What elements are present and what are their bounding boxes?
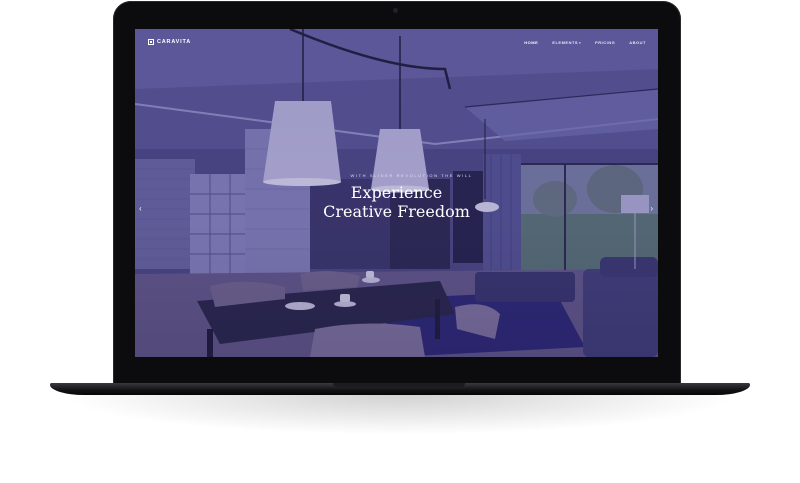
camera-icon — [393, 8, 398, 13]
laptop-shadow — [60, 395, 740, 435]
menu-item-elements[interactable]: ELEMENTS▾ — [552, 40, 581, 45]
hero-kicker: WITH SLIDER REVOLUTION THE WILL — [350, 173, 473, 178]
menu-item-about[interactable]: ABOUT — [629, 40, 646, 45]
hero-caption: WITH SLIDER REVOLUTION THE WILL Experien… — [135, 173, 658, 221]
logo-icon — [148, 39, 154, 45]
laptop-notch — [333, 383, 465, 387]
chevron-down-icon: ▾ — [579, 41, 582, 45]
hero-title: Experience Creative Freedom — [287, 183, 507, 221]
logo[interactable]: CARAVITA — [148, 39, 191, 45]
hero-title-line-2: Creative Freedom — [323, 202, 470, 221]
slider-next-arrow-icon[interactable]: › — [650, 205, 653, 213]
site-header: CARAVITA HOME ELEMENTS▾ PRICING ABOUT — [135, 29, 658, 57]
menu-item-elements-label: ELEMENTS — [552, 40, 579, 45]
slider-prev-arrow-icon[interactable]: ‹ — [139, 205, 142, 213]
menu-item-pricing[interactable]: PRICING — [595, 40, 615, 45]
laptop-screen: CARAVITA HOME ELEMENTS▾ PRICING ABOUT WI… — [135, 29, 658, 357]
main-menu: HOME ELEMENTS▾ PRICING ABOUT — [524, 40, 646, 45]
logo-text: CARAVITA — [157, 39, 191, 45]
hero-title-line-1: Experience — [350, 183, 443, 202]
menu-item-home[interactable]: HOME — [524, 40, 538, 45]
